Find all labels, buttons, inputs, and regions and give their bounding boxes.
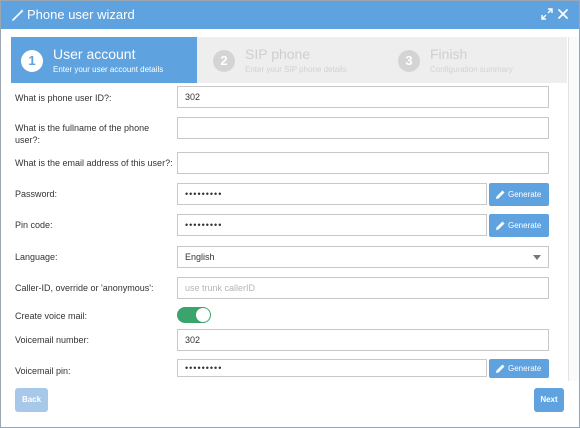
magic-wand-icon xyxy=(12,9,24,21)
password-input[interactable] xyxy=(177,183,487,205)
caller-id-input[interactable] xyxy=(177,277,549,299)
fullname-input[interactable] xyxy=(177,117,549,139)
user-id-input[interactable] xyxy=(177,86,549,108)
voicemail-toggle[interactable] xyxy=(177,307,211,323)
step-title: User account xyxy=(53,46,136,62)
step-title: Finish xyxy=(430,46,468,62)
pin-code-input[interactable] xyxy=(177,214,487,236)
chevron-down-icon xyxy=(533,255,541,260)
next-button[interactable]: Next xyxy=(534,388,564,412)
back-button[interactable]: Back xyxy=(15,388,48,412)
voicemail-pin-input[interactable] xyxy=(177,359,487,377)
step-sip-phone[interactable]: 2 SIP phone Enter your SIP phone details xyxy=(203,37,383,83)
expand-icon[interactable] xyxy=(541,8,553,20)
window-title: Phone user wizard xyxy=(27,7,135,22)
pencil-icon xyxy=(496,364,505,373)
step-title: SIP phone xyxy=(245,46,311,62)
step-number: 2 xyxy=(213,50,235,72)
step-subtitle: Enter your user account details xyxy=(53,65,164,74)
generate-label: Generate xyxy=(508,364,542,373)
pencil-icon xyxy=(496,221,505,230)
voicemail-pin-label: Voicemail pin: xyxy=(15,366,71,376)
close-icon[interactable] xyxy=(557,8,569,20)
caller-id-label: Caller-ID, override or 'anonymous': xyxy=(15,283,154,293)
generate-password-button[interactable]: Generate xyxy=(489,183,549,206)
step-subtitle: Enter your SIP phone details xyxy=(245,65,347,74)
language-value: English xyxy=(185,252,215,262)
generate-pin-button[interactable]: Generate xyxy=(489,214,549,237)
wizard-stepper: 1 User account Enter your user account d… xyxy=(11,37,567,83)
generate-voicemail-pin-button[interactable]: Generate xyxy=(489,359,549,378)
user-id-label: What is phone user ID?: xyxy=(15,93,112,103)
phone-user-wizard-dialog: Phone user wizard 1 User account Enter y… xyxy=(0,0,580,428)
generate-label: Generate xyxy=(508,221,542,230)
language-select[interactable]: English xyxy=(177,246,549,268)
toggle-knob xyxy=(196,308,210,322)
voicemail-label: Create voice mail: xyxy=(15,311,88,321)
title-bar: Phone user wizard xyxy=(1,1,579,29)
step-number: 1 xyxy=(21,50,43,72)
fullname-label: What is the fullname of the phone user?: xyxy=(15,123,150,145)
password-label: Password: xyxy=(15,189,58,199)
step-number: 3 xyxy=(398,50,420,72)
step-subtitle: Configuration summary xyxy=(430,65,513,74)
step-user-account[interactable]: 1 User account Enter your user account d… xyxy=(11,37,197,83)
email-label: What is the email address of this user?: xyxy=(15,158,173,168)
pencil-icon xyxy=(496,190,505,199)
pin-code-label: Pin code: xyxy=(15,220,53,230)
voicemail-number-input[interactable] xyxy=(177,329,549,351)
email-input[interactable] xyxy=(177,152,549,174)
step-finish[interactable]: 3 Finish Configuration summary xyxy=(388,37,567,83)
form-scrollbar[interactable] xyxy=(568,37,579,381)
language-label: Language: xyxy=(15,252,58,262)
generate-label: Generate xyxy=(508,190,542,199)
voicemail-number-label: Voicemail number: xyxy=(15,335,90,345)
